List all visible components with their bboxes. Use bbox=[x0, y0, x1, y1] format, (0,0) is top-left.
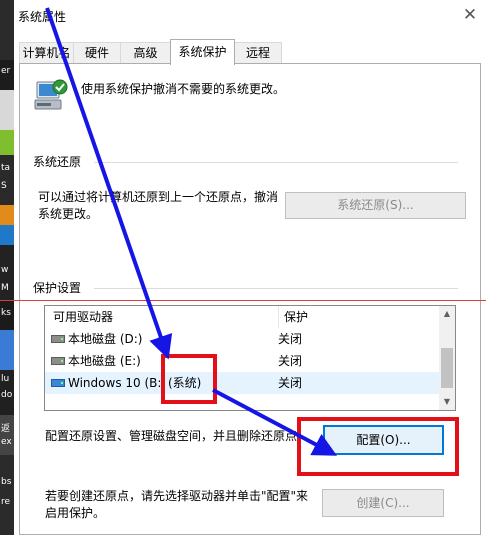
tab-system-protection[interactable]: 系统保护 bbox=[170, 39, 235, 65]
annotation-arrow-down bbox=[45, 7, 173, 360]
annotation-arrow-configure bbox=[212, 388, 338, 456]
annotation-arrows bbox=[45, 7, 338, 456]
